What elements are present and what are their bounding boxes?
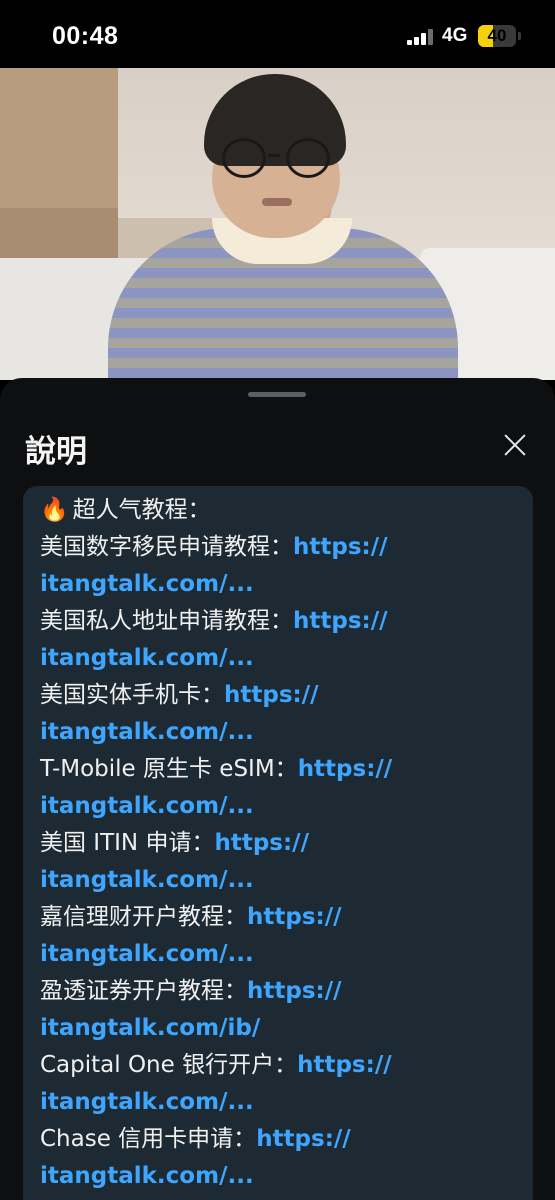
entry-label: 美国实体手机卡： bbox=[40, 682, 224, 708]
description-entry: 嘉信理财开户教程：https:// bbox=[40, 899, 520, 936]
description-entry-link-continued: itangtalk.com/... bbox=[40, 788, 520, 825]
description-entry-link-continued: itangtalk.com/... bbox=[40, 1158, 520, 1195]
entry-link-continued[interactable]: itangtalk.com/... bbox=[40, 1089, 254, 1115]
entry-link-continued[interactable]: itangtalk.com/... bbox=[40, 793, 254, 819]
description-entry: 美国数字移民申请教程：https:// bbox=[40, 529, 520, 566]
description-entry: 美国 ITIN 申请：https:// bbox=[40, 825, 520, 862]
entry-link-continued[interactable]: itangtalk.com/... bbox=[40, 571, 254, 597]
entry-link[interactable]: https:// bbox=[293, 608, 388, 634]
entry-label: 美国 ITIN 申请： bbox=[40, 830, 215, 856]
battery-icon: 40 bbox=[478, 25, 516, 47]
entry-link[interactable]: https:// bbox=[247, 978, 342, 1004]
battery-percent: 40 bbox=[487, 26, 507, 45]
description-entry-link-continued: itangtalk.com/... bbox=[40, 566, 520, 603]
fire-icon: 🔥 bbox=[40, 497, 69, 523]
description-entry-link-continued: itangtalk.com/... bbox=[40, 862, 520, 899]
status-bar: 00:48 4G 40 bbox=[0, 0, 555, 68]
description-heading: 🔥 超人气教程： bbox=[40, 492, 520, 529]
presenter-mouth bbox=[262, 198, 292, 206]
close-icon[interactable] bbox=[496, 426, 534, 464]
entry-link[interactable]: https:// bbox=[293, 534, 388, 560]
glasses-right-lens bbox=[286, 138, 330, 178]
description-body[interactable]: 🔥 超人气教程： 美国数字移民申请教程：https://itangtalk.com… bbox=[23, 486, 533, 1200]
battery-nub bbox=[518, 32, 521, 40]
entry-link-continued[interactable]: itangtalk.com/ib/ bbox=[40, 1015, 260, 1041]
sheet-drag-handle[interactable] bbox=[248, 392, 306, 397]
entry-link-continued[interactable]: itangtalk.com/... bbox=[40, 645, 254, 671]
description-entry: Chase 信用卡申请：https:// bbox=[40, 1121, 520, 1158]
description-text: 🔥 超人气教程： 美国数字移民申请教程：https://itangtalk.com… bbox=[40, 492, 520, 1195]
entry-label: 美国数字移民申请教程： bbox=[40, 534, 293, 560]
entry-link-continued[interactable]: itangtalk.com/... bbox=[40, 719, 254, 745]
description-entry: 美国私人地址申请教程：https:// bbox=[40, 603, 520, 640]
entry-link-continued[interactable]: itangtalk.com/... bbox=[40, 867, 254, 893]
entry-link[interactable]: https:// bbox=[214, 830, 309, 856]
video-player[interactable] bbox=[0, 68, 555, 380]
heading-label: 超人气教程： bbox=[72, 497, 211, 523]
entry-label: Capital One 银行开户： bbox=[40, 1052, 298, 1078]
entry-link-continued[interactable]: itangtalk.com/... bbox=[40, 941, 254, 967]
description-entry: T-Mobile 原生卡 eSIM：https:// bbox=[40, 751, 520, 788]
entry-label: T-Mobile 原生卡 eSIM： bbox=[40, 756, 298, 782]
sheet-title: 說明 bbox=[25, 434, 87, 470]
description-entry: 美国实体手机卡：https:// bbox=[40, 677, 520, 714]
entry-link[interactable]: https:// bbox=[224, 682, 319, 708]
entry-label: 盈透证券开户教程： bbox=[40, 978, 247, 1004]
description-entry-link-continued: itangtalk.com/ib/ bbox=[40, 1010, 520, 1047]
glasses-left-lens bbox=[222, 138, 266, 178]
entry-link[interactable]: https:// bbox=[298, 756, 393, 782]
description-entry-link-continued: itangtalk.com/... bbox=[40, 936, 520, 973]
entry-link[interactable]: https:// bbox=[247, 904, 342, 930]
description-entry: 盈透证券开户教程：https:// bbox=[40, 973, 520, 1010]
description-sheet: 說明 🔥 超人气教程： 美国数字移民申请教程：https://itangtalk.… bbox=[0, 378, 555, 1200]
entry-link-continued[interactable]: itangtalk.com/... bbox=[40, 1163, 254, 1189]
description-entry: Capital One 银行开户：https:// bbox=[40, 1047, 520, 1084]
network-type: 4G bbox=[442, 25, 468, 46]
description-entry-link-continued: itangtalk.com/... bbox=[40, 1084, 520, 1121]
glasses-bridge bbox=[268, 154, 280, 157]
clock: 00:48 bbox=[52, 22, 119, 50]
description-entry-link-continued: itangtalk.com/... bbox=[40, 714, 520, 751]
entry-link[interactable]: https:// bbox=[297, 1052, 392, 1078]
cellular-signal-icon bbox=[407, 29, 433, 45]
description-entry-link-continued: itangtalk.com/... bbox=[40, 640, 520, 677]
entry-link[interactable]: https:// bbox=[256, 1126, 351, 1152]
entry-label: 美国私人地址申请教程： bbox=[40, 608, 293, 634]
entry-label: Chase 信用卡申请： bbox=[40, 1126, 257, 1152]
entry-label: 嘉信理财开户教程： bbox=[40, 904, 247, 930]
